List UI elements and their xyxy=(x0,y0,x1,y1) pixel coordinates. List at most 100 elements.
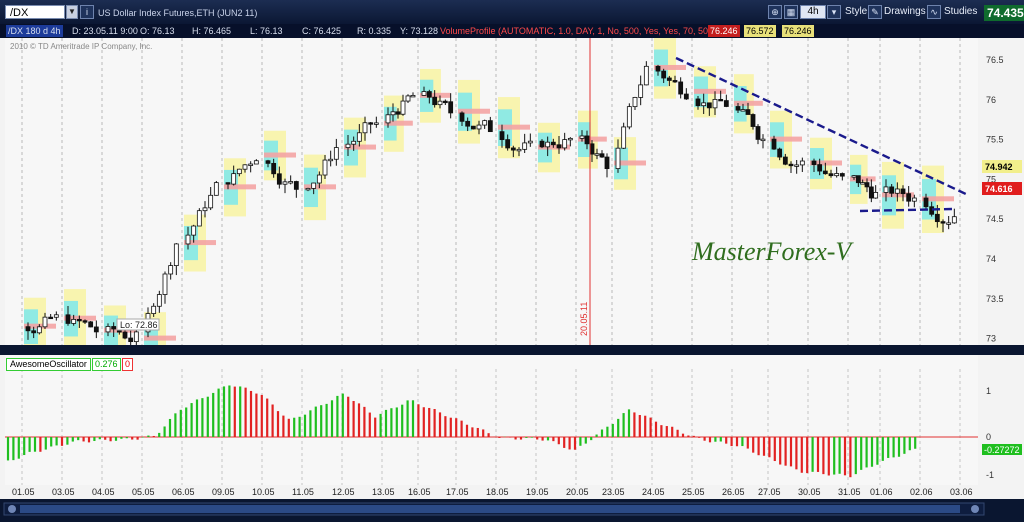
candle-body xyxy=(168,265,174,275)
info-icon[interactable]: i xyxy=(80,5,94,19)
candle-body xyxy=(362,122,368,134)
osc-tick-label: 1 xyxy=(986,386,991,396)
candle-body xyxy=(788,163,794,167)
candle-body xyxy=(638,84,644,98)
candle-body xyxy=(828,173,834,177)
candle-body xyxy=(718,98,724,102)
candle-body xyxy=(655,65,661,72)
oscillator-title: AwesomeOscillator xyxy=(6,358,91,371)
pencil-icon[interactable]: ✎ xyxy=(868,5,882,19)
candle-body xyxy=(487,120,493,133)
candle-body xyxy=(771,138,777,150)
candle-body xyxy=(231,173,237,185)
candle-body xyxy=(923,197,929,208)
candle-body xyxy=(855,175,861,184)
panel-separator[interactable] xyxy=(0,345,1024,355)
zoom-icon[interactable]: ⊕ xyxy=(768,5,782,19)
candle-body xyxy=(701,102,707,107)
date-tick-label: 01.06 xyxy=(870,487,893,497)
candle-body xyxy=(356,132,362,142)
date-axis-svg: 01.05 03.05 04.05 05.05 06.05 09.05 10.05 11.05… xyxy=(12,487,973,497)
studies-icon[interactable]: ∿ xyxy=(927,5,941,19)
candle-body xyxy=(510,147,516,151)
price-chart[interactable]: 76.57675.57574.57473.57372.520.05.11Lo: … xyxy=(0,38,1024,345)
candle-body xyxy=(811,160,817,165)
candle-body xyxy=(777,148,783,158)
date-tick-label: 06.05 xyxy=(172,487,195,497)
candle-body xyxy=(499,131,505,141)
candle-body xyxy=(782,156,788,165)
plot-area xyxy=(5,38,978,345)
candle-body xyxy=(626,106,632,128)
date-tick-label: 18.05 xyxy=(486,487,509,497)
symbol-dropdown-icon[interactable]: ▼ xyxy=(66,5,78,19)
candle-body xyxy=(333,147,339,160)
oscillator-svg: 1 0 -1 -0.27272 xyxy=(5,355,1022,485)
candle-body xyxy=(25,326,31,332)
candle-body xyxy=(539,140,545,148)
timeframe-button[interactable]: 4h xyxy=(800,5,826,19)
date-tick-label: 20.05 xyxy=(566,487,589,497)
candle-body xyxy=(421,91,427,96)
oscillator-value: 0.276 xyxy=(92,358,121,371)
date-tick-label: 12.05 xyxy=(332,487,355,497)
studies-button[interactable]: Studies xyxy=(944,4,977,20)
candle-body xyxy=(162,273,168,295)
candle-body xyxy=(93,326,99,333)
volume-profile-poc xyxy=(144,335,176,341)
candle-body xyxy=(305,187,311,191)
grid-icon[interactable]: ▦ xyxy=(784,5,798,19)
candle-body xyxy=(368,122,374,125)
candle-body xyxy=(594,153,600,156)
candle-body xyxy=(236,168,242,175)
candle-body xyxy=(82,320,88,323)
candle-body xyxy=(31,330,37,334)
candle-body xyxy=(151,305,157,314)
style-button[interactable]: Style xyxy=(845,4,867,20)
date-axis: 01.05 03.05 04.05 05.05 06.05 09.05 10.05 11.05… xyxy=(0,485,1024,499)
price-tick-label: 75.5 xyxy=(986,135,1004,145)
candle-body xyxy=(225,182,231,185)
symbol-input[interactable]: /DX xyxy=(5,5,65,19)
candle-body xyxy=(322,159,328,176)
volume-profile-poc xyxy=(224,184,256,190)
date-tick-label: 30.05 xyxy=(798,487,821,497)
candle-body xyxy=(946,222,952,225)
candle-body xyxy=(505,139,511,149)
candle-body xyxy=(242,164,248,170)
candle-body xyxy=(122,331,128,339)
candle-body xyxy=(316,174,322,184)
candle-body xyxy=(65,314,71,324)
candle-body xyxy=(799,160,805,166)
candle-body xyxy=(196,210,202,227)
info-close: C: 76.425 xyxy=(302,26,342,36)
price-chart-svg: 76.57675.57574.57473.57372.520.05.11Lo: … xyxy=(5,38,1024,345)
candle-body xyxy=(864,182,870,188)
candle-body xyxy=(36,326,42,334)
candle-body xyxy=(465,120,471,127)
vp-value-2: 76.572 xyxy=(744,25,776,37)
osc-plot-area xyxy=(5,355,978,485)
vp-value-1: 76.246 xyxy=(708,25,740,37)
candle-body xyxy=(48,316,54,320)
chart-label: /DX 180 d 4h xyxy=(6,25,63,37)
candle-body xyxy=(695,98,701,107)
bottom-bar xyxy=(0,499,1024,522)
scroll-controls xyxy=(3,502,985,516)
candle-body xyxy=(288,181,294,184)
drawings-button[interactable]: Drawings xyxy=(884,4,926,20)
oscillator-panel[interactable]: 1 0 -1 -0.27272 AwesomeOscillator 0.276 0 xyxy=(0,355,1024,485)
candle-body xyxy=(76,318,82,322)
candle-body xyxy=(851,175,857,178)
candle-body xyxy=(522,142,528,150)
candle-body xyxy=(395,111,401,115)
instrument-title: US Dollar Index Futures,ETH (JUN2 11) xyxy=(98,8,258,18)
candle-body xyxy=(191,225,197,236)
date-tick-label: 02.06 xyxy=(910,487,933,497)
candle-body xyxy=(470,125,476,130)
candle-body xyxy=(328,158,334,162)
date-tick-label: 11.05 xyxy=(292,487,314,497)
candle-body xyxy=(448,101,454,114)
candle-body xyxy=(883,186,889,193)
aggregation-icon[interactable]: ▾ xyxy=(827,5,841,19)
